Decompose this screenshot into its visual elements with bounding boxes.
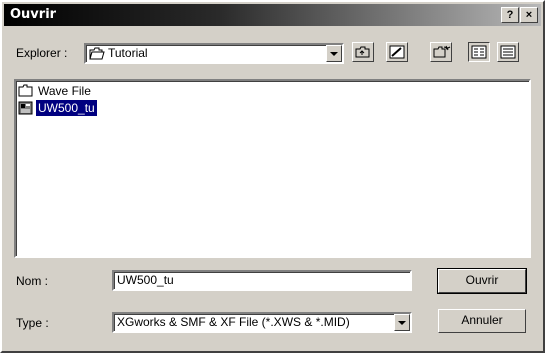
window-title: Ouvrir <box>10 7 57 22</box>
filename-field[interactable]: UW500_tu <box>112 270 412 291</box>
filetype-value: XGworks & SMF & XF File (*.XWS & *.MID) <box>117 315 350 329</box>
look-in-combo[interactable]: Tutorial <box>84 43 344 64</box>
details-view-icon <box>500 45 516 59</box>
desktop-icon <box>389 45 405 59</box>
filetype-dropdown-button[interactable] <box>394 314 410 331</box>
look-in-value: Tutorial <box>108 46 148 60</box>
open-button[interactable]: Ouvrir <box>437 268 527 294</box>
look-in-dropdown-button[interactable] <box>326 45 342 62</box>
file-name: UW500_tu <box>36 100 97 116</box>
close-button[interactable]: × <box>520 7 538 23</box>
folder-icon <box>18 84 33 97</box>
open-folder-icon <box>89 47 105 60</box>
up-one-level-button[interactable] <box>352 42 374 62</box>
file-name: Wave File <box>38 84 91 98</box>
desktop-button[interactable] <box>386 42 408 62</box>
open-dialog: Ouvrir ? × Explorer : Tutorial Wave File… <box>0 0 545 353</box>
filetype-combo[interactable]: XGworks & SMF & XF File (*.XWS & *.MID) <box>112 312 412 333</box>
filename-value: UW500_tu <box>117 273 174 287</box>
details-view-button[interactable] <box>497 42 519 62</box>
filename-label: Nom : <box>16 274 49 288</box>
look-in-label: Explorer : <box>16 46 68 60</box>
new-folder-button[interactable] <box>430 42 452 62</box>
title-bar[interactable]: Ouvrir ? × <box>4 4 541 26</box>
list-view-button[interactable] <box>468 42 490 62</box>
cancel-button[interactable]: Annuler <box>438 309 526 333</box>
project-file-icon <box>18 101 33 115</box>
file-list[interactable]: Wave File UW500_tu <box>14 79 531 258</box>
filetype-label: Type : <box>16 316 49 330</box>
list-view-icon <box>471 45 487 59</box>
help-button[interactable]: ? <box>501 7 519 23</box>
new-folder-icon <box>433 45 451 58</box>
up-folder-icon <box>355 46 370 58</box>
